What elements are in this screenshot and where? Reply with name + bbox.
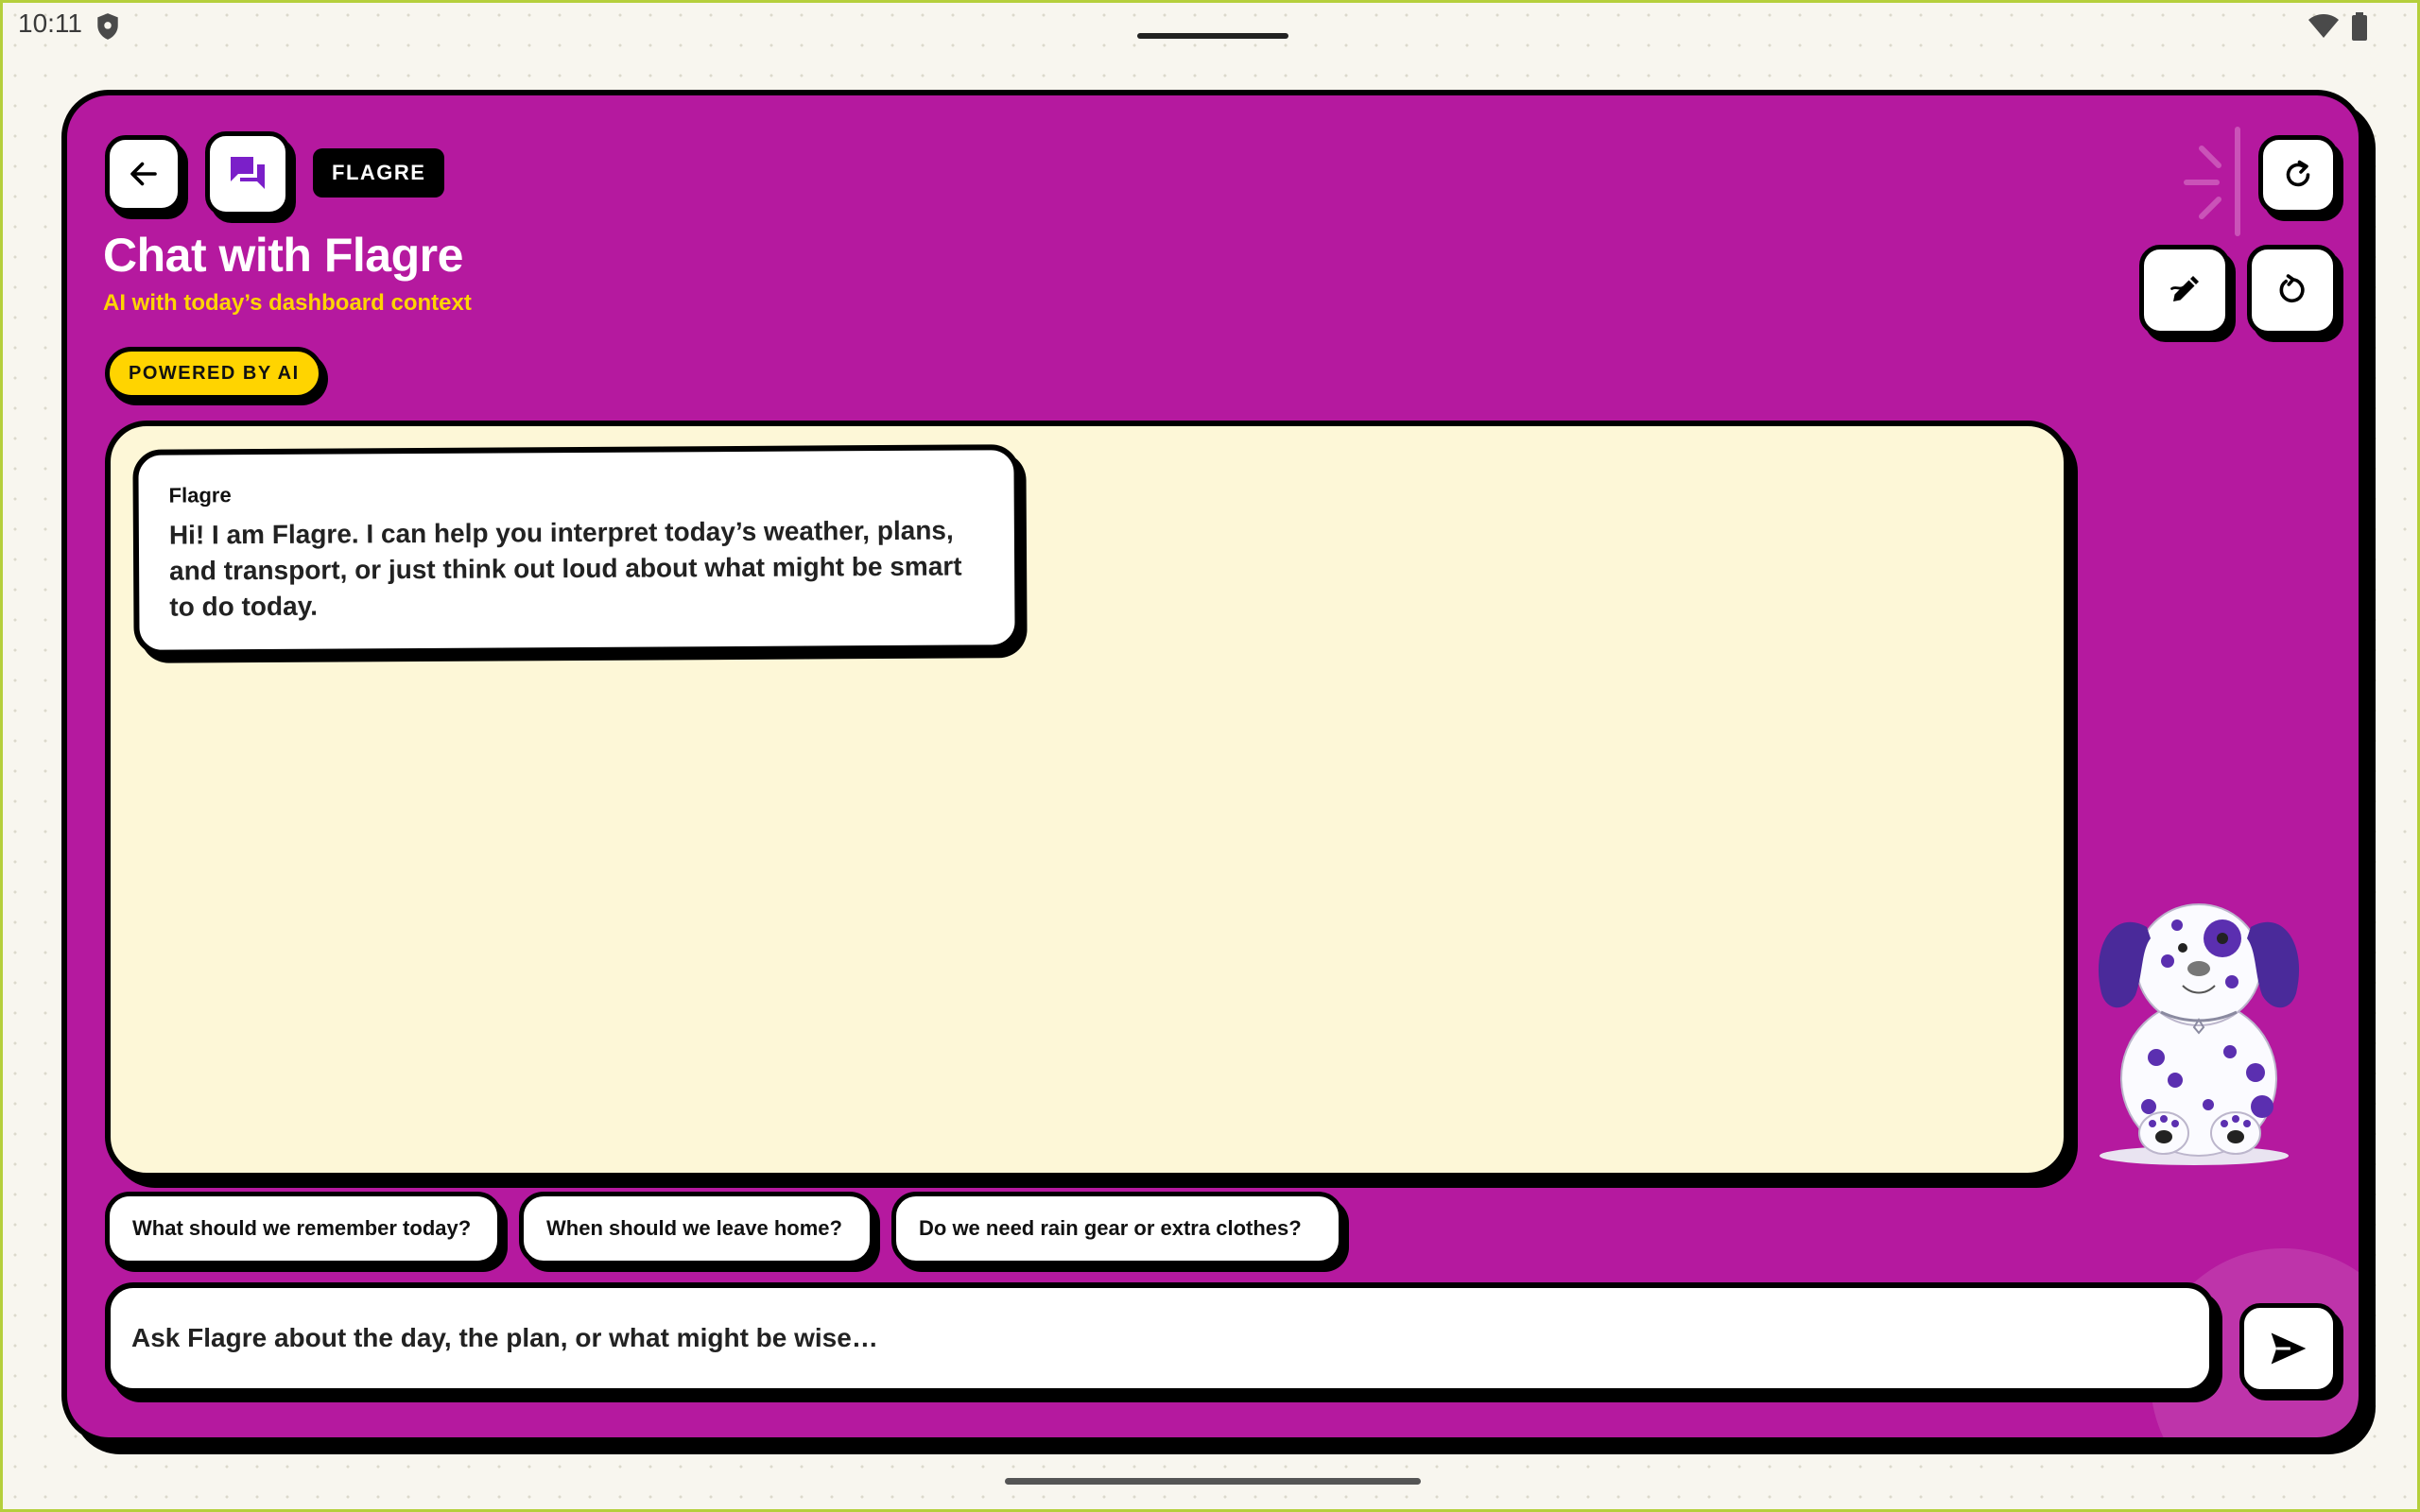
back-button[interactable]: [105, 135, 182, 213]
message-author: Flagre: [168, 483, 232, 507]
edit-pen-icon: [2170, 276, 2199, 301]
chat-messages[interactable]: Flagre Hi! I am Flagre. I can help you i…: [105, 421, 2069, 1178]
message-input[interactable]: [131, 1323, 2188, 1353]
reset-icon: [2279, 274, 2305, 302]
status-bar: 10:11: [3, 3, 2417, 48]
powered-by-badge: POWERED BY AI: [105, 347, 323, 400]
send-button[interactable]: [2239, 1303, 2338, 1394]
refresh-icon: [2286, 160, 2310, 187]
suggestion-chip[interactable]: When should we leave home?: [519, 1192, 874, 1265]
send-icon: [2271, 1332, 2307, 1365]
assistant-tag: FLAGRE: [313, 148, 445, 198]
edit-button[interactable]: [2139, 245, 2230, 335]
chat-card: FLAGRE Chat with Flagre AI with today’s …: [61, 90, 2364, 1443]
suggestion-chip[interactable]: What should we remember today?: [105, 1192, 502, 1265]
reset-button[interactable]: [2247, 245, 2338, 335]
status-clock: 10:11: [18, 9, 82, 38]
suggestion-chip[interactable]: Do we need rain gear or extra clothes?: [891, 1192, 1343, 1265]
page-title: Chat with Flagre: [103, 229, 463, 282]
page-subtitle: AI with today’s dashboard context: [103, 290, 472, 316]
dog-mascot-illustration: [2098, 903, 2300, 1165]
chat-badge: [205, 131, 290, 216]
wifi-icon: [2308, 14, 2339, 38]
message-text: Hi! I am Flagre. I can help you interpre…: [168, 515, 962, 622]
camera-notch: [1137, 33, 1288, 39]
battery-icon: [2352, 12, 2367, 41]
shield-icon: [97, 13, 118, 40]
arrow-left-icon: [130, 162, 157, 186]
assistant-message: Flagre Hi! I am Flagre. I can help you i…: [132, 444, 1021, 656]
chat-bubbles-icon: [231, 157, 265, 189]
gesture-bar[interactable]: [1005, 1478, 1421, 1485]
message-input-container: [105, 1282, 2215, 1394]
refresh-button[interactable]: [2258, 135, 2338, 215]
